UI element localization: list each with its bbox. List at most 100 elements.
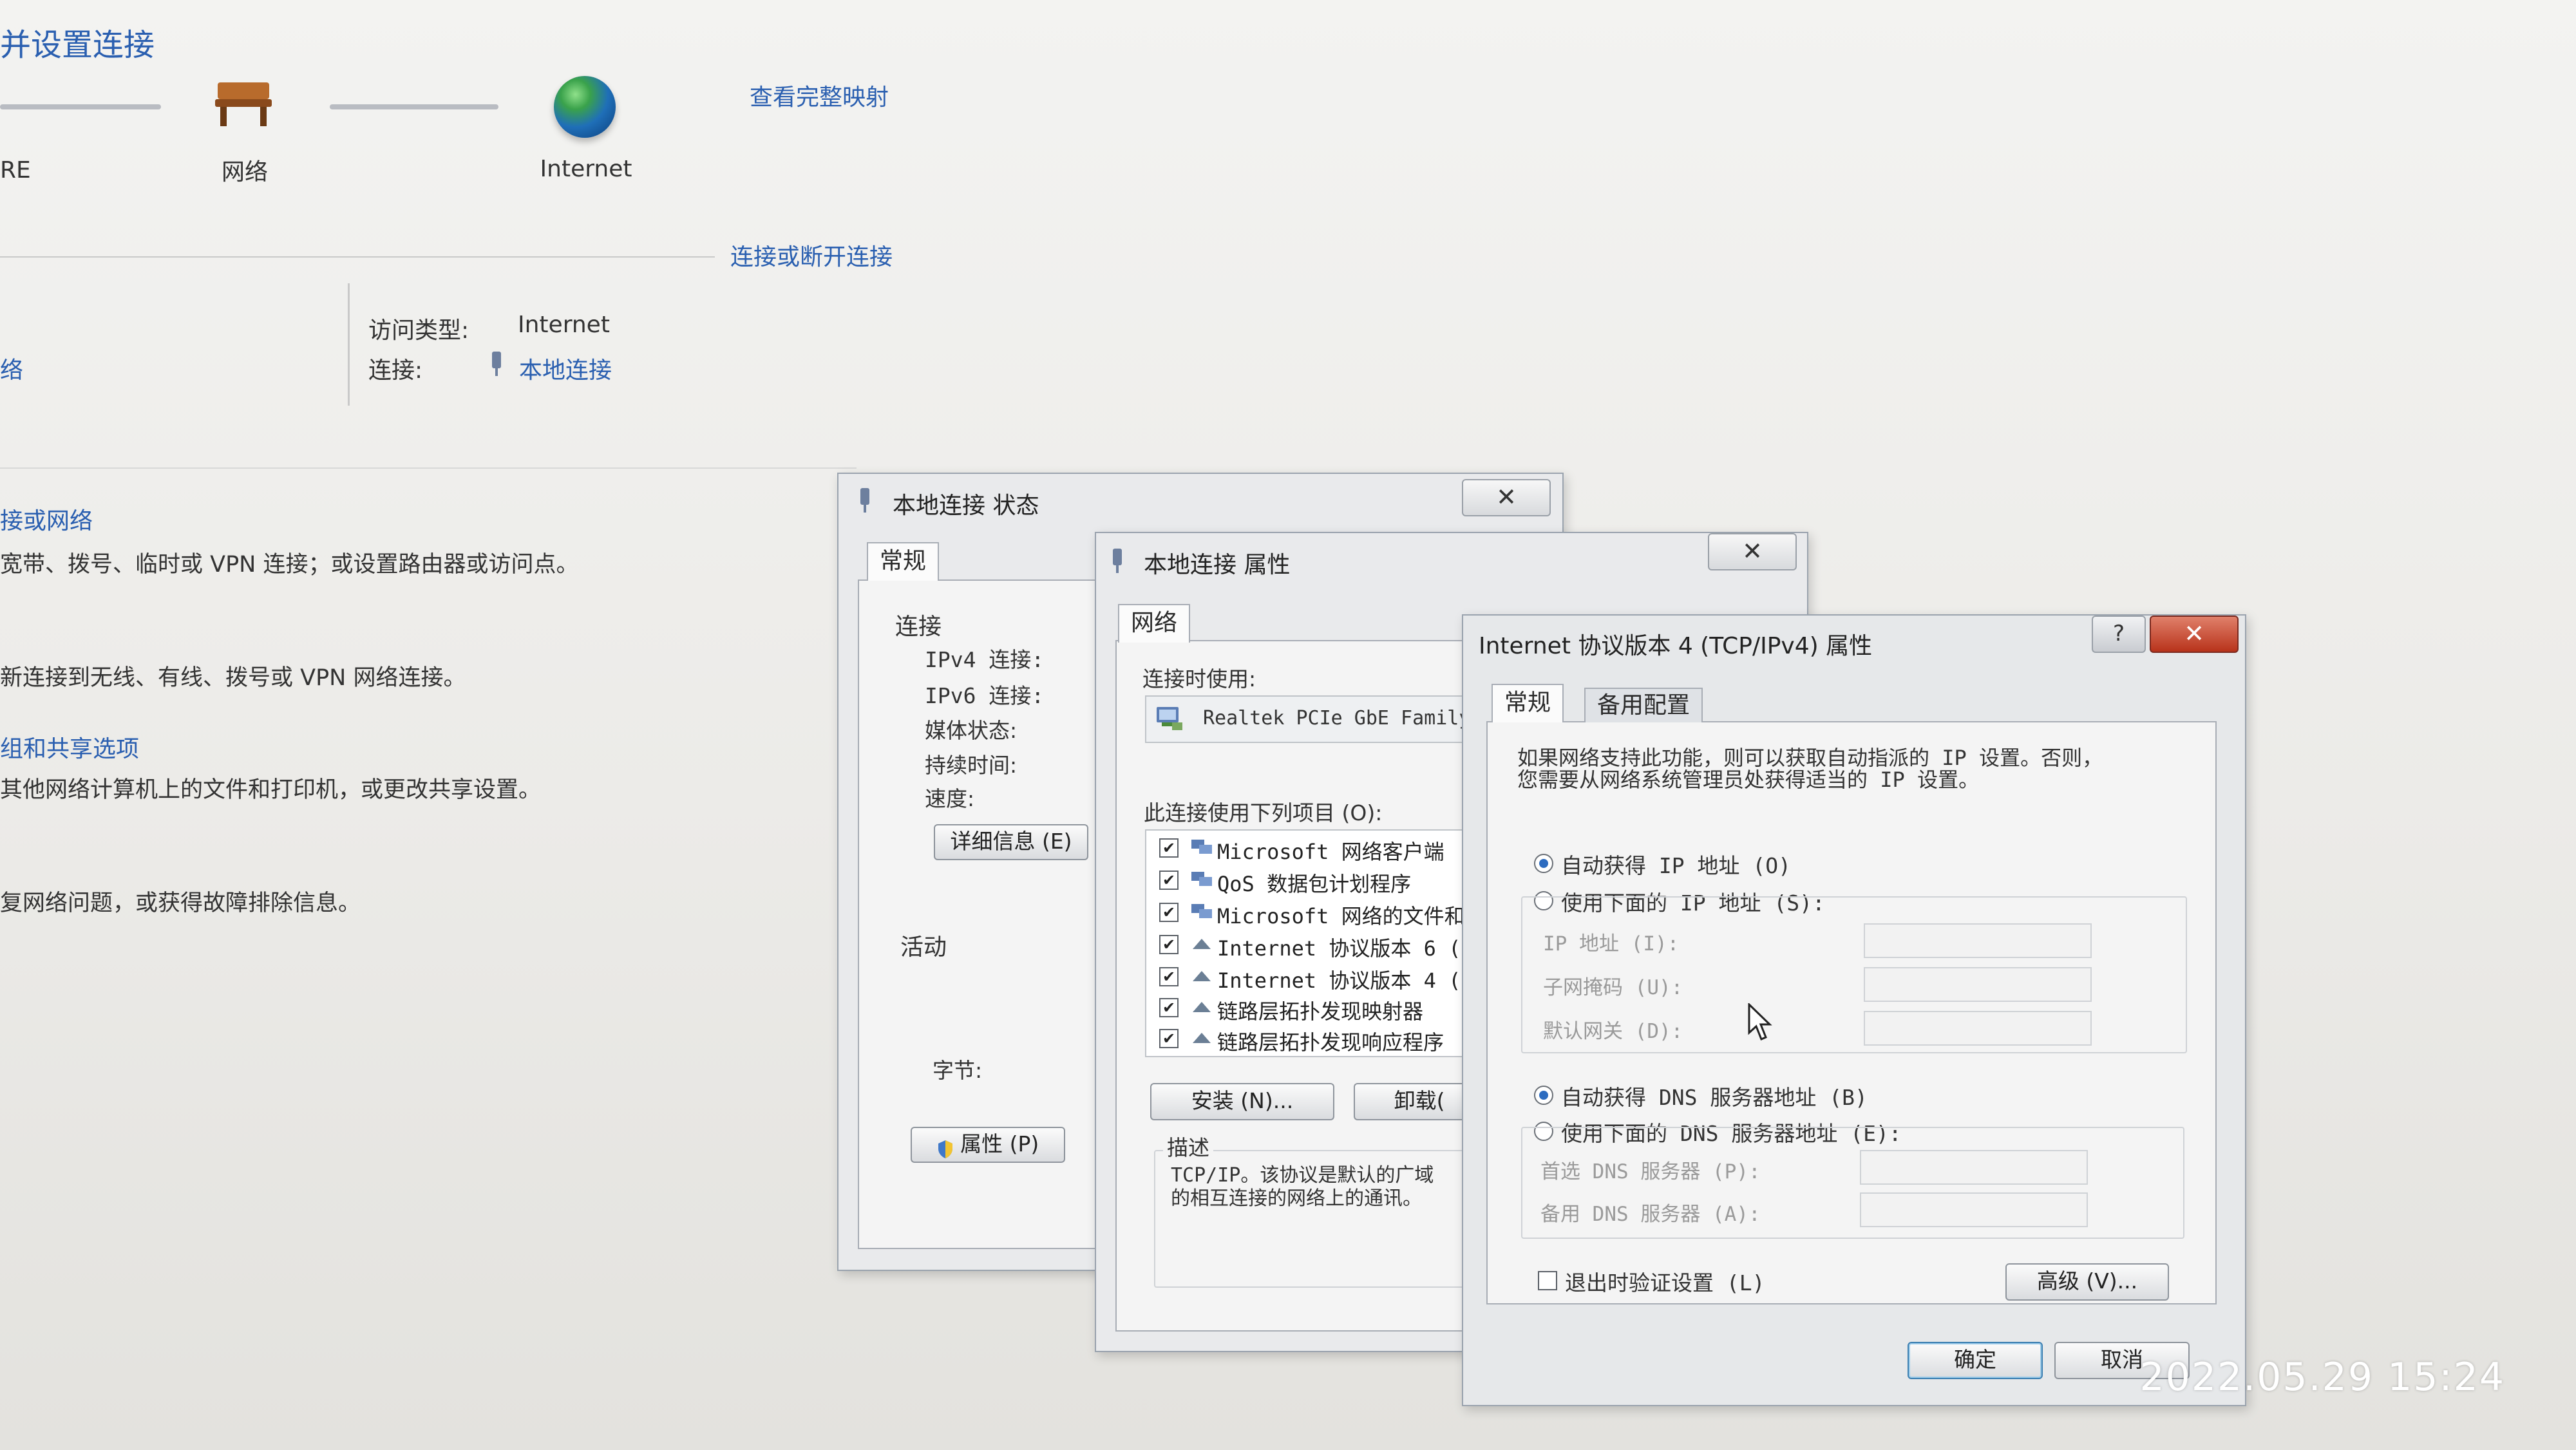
properties-dialog-title: 本地连接 属性: [1144, 552, 1291, 578]
item-checkbox[interactable]: ✔: [1159, 998, 1179, 1017]
item-label: Microsoft 网络客户端: [1217, 840, 1444, 864]
ipv4-tab-general[interactable]: 常规: [1492, 684, 1564, 722]
item-checkbox[interactable]: ✔: [1159, 935, 1179, 954]
status-properties-button[interactable]: 属性 (P): [911, 1127, 1065, 1163]
setup-connection-link[interactable]: 接或网络: [0, 502, 93, 536]
advanced-button[interactable]: 高级 (V)...: [2005, 1263, 2169, 1301]
item-checkbox[interactable]: ✔: [1159, 903, 1179, 922]
auto-ip-label: 自动获得 IP 地址 (O): [1561, 853, 1791, 878]
ip-address-label: IP 地址 (I):: [1543, 932, 1680, 956]
photo-timestamp: 2022.05.29 15:24: [2139, 1355, 2505, 1400]
setup-connection-desc: 宽带、拨号、临时或 VPN 连接；或设置路由器或访问点。: [0, 552, 579, 578]
status-dialog-icon: [858, 487, 872, 514]
troubleshoot-desc: 复网络问题，或获得故障排除信息。: [0, 890, 361, 916]
connection-label: 连接:: [368, 357, 423, 384]
item-checkbox[interactable]: ✔: [1159, 1029, 1179, 1048]
auto-dns-label: 自动获得 DNS 服务器地址 (B): [1561, 1085, 1868, 1110]
protocol-icon: [1190, 1028, 1213, 1047]
map-connector-right: [330, 104, 498, 109]
status-dialog-title: 本地连接 状态: [893, 493, 1039, 519]
item-checkbox[interactable]: ✔: [1159, 967, 1179, 986]
node-label-left: RE: [0, 157, 31, 184]
auto-ip-radio[interactable]: [1534, 854, 1553, 873]
mouse-cursor-icon: [1747, 1002, 1772, 1042]
ok-button[interactable]: 确定: [1908, 1342, 2043, 1379]
ipv4-dialog: Internet 协议版本 4 (TCP/IPv4) 属性 ? ✕ 常规 备用配…: [1462, 614, 2246, 1406]
gateway-field[interactable]: [1864, 1011, 2092, 1046]
preferred-dns-label: 首选 DNS 服务器 (P):: [1540, 1160, 1761, 1183]
auto-dns-radio[interactable]: [1534, 1086, 1553, 1105]
item-label: Internet 协议版本 4 (: [1217, 968, 1461, 993]
info-divider: [348, 283, 350, 406]
connect-using-label: 连接时使用:: [1142, 666, 1256, 692]
item-label: QoS 数据包计划程序: [1217, 872, 1412, 896]
ip-address-field[interactable]: [1864, 923, 2092, 958]
status-close-button[interactable]: ✕: [1462, 479, 1551, 516]
section-divider: [0, 256, 715, 258]
ipv4-tab-alternate[interactable]: 备用配置: [1584, 688, 1703, 722]
properties-close-button[interactable]: ✕: [1708, 533, 1797, 570]
adapter-name: Realtek PCIe GbE Family: [1203, 707, 1471, 730]
protocol-icon: [1190, 934, 1213, 953]
network-adapter-icon: [1155, 703, 1184, 731]
status-field-duration: 持续时间:: [925, 753, 1018, 778]
view-full-map-link[interactable]: 查看完整映射: [750, 79, 889, 112]
subnet-mask-label: 子网掩码 (U):: [1543, 976, 1683, 999]
item-label: Microsoft 网络的文件和: [1217, 904, 1465, 928]
homegroup-sharing-link[interactable]: 组和共享选项: [0, 730, 139, 764]
install-button[interactable]: 安装 (N)...: [1150, 1083, 1334, 1120]
connect-disconnect-link[interactable]: 连接或断开连接: [730, 238, 893, 272]
status-field-ipv4: IPv4 连接:: [925, 647, 1045, 672]
item-checkbox[interactable]: ✔: [1159, 871, 1179, 890]
status-field-ipv6: IPv6 连接:: [925, 683, 1045, 708]
preferred-dns-field[interactable]: [1860, 1150, 2088, 1185]
item-checkbox[interactable]: ✔: [1159, 838, 1179, 858]
network-bench-icon: [214, 77, 273, 129]
properties-dialog-icon: [1110, 547, 1124, 574]
local-connection-icon: [489, 350, 504, 377]
file-sharing-icon: [1190, 901, 1213, 921]
status-field-media: 媒体状态:: [925, 718, 1018, 743]
status-connection-heading: 连接: [895, 614, 942, 640]
map-connector-left: [0, 104, 161, 109]
lower-divider: [0, 467, 857, 469]
local-connection-link[interactable]: 本地连接: [519, 352, 612, 385]
validate-on-exit-checkbox[interactable]: [1538, 1271, 1557, 1290]
connect-network-desc: 新连接到无线、有线、拨号或 VPN 网络连接。: [0, 665, 466, 691]
shield-icon: [937, 1136, 954, 1158]
status-activity-heading: 活动: [900, 934, 947, 961]
gateway-label: 默认网关 (D):: [1543, 1020, 1683, 1043]
item-label: 链路层拓扑发现映射器: [1217, 999, 1424, 1024]
status-details-button[interactable]: 详细信息 (E): [934, 824, 1088, 860]
alternate-dns-label: 备用 DNS 服务器 (A):: [1540, 1203, 1761, 1226]
node-label-internet[interactable]: Internet: [522, 156, 650, 182]
internet-globe-icon: [554, 76, 616, 138]
alternate-dns-field[interactable]: [1860, 1192, 2088, 1227]
access-type-label: 访问类型:: [368, 317, 469, 344]
description-label: 描述: [1163, 1131, 1213, 1162]
status-tab-general[interactable]: 常规: [867, 542, 940, 581]
qos-scheduler-icon: [1190, 869, 1213, 889]
network-client-icon: [1190, 837, 1213, 856]
properties-tab-network[interactable]: 网络: [1118, 604, 1191, 643]
network-name-fragment[interactable]: 络: [0, 352, 23, 385]
ipv4-dialog-title: Internet 协议版本 4 (TCP/IPv4) 属性: [1479, 633, 1873, 659]
items-label: 此连接使用下列项目 (O):: [1144, 800, 1383, 825]
validate-on-exit-label: 退出时验证设置 (L): [1565, 1270, 1765, 1295]
protocol-icon: [1190, 997, 1213, 1016]
node-label-network[interactable]: 网络: [193, 153, 296, 187]
page-title: 并设置连接: [0, 27, 155, 63]
subnet-mask-field[interactable]: [1864, 967, 2092, 1002]
ipv4-close-button[interactable]: ✕: [2150, 616, 2239, 653]
status-properties-label: 属性 (P): [960, 1131, 1039, 1156]
ipv4-intro-line-2: 您需要从网络系统管理员处获得适当的 IP 设置。: [1517, 767, 1980, 792]
homegroup-sharing-desc: 其他网络计算机上的文件和打印机，或更改共享设置。: [0, 777, 542, 803]
item-label: 链路层拓扑发现响应程序: [1217, 1030, 1444, 1055]
status-field-speed: 速度:: [925, 786, 975, 811]
description-line-2: 的相互连接的网络上的通讯。: [1171, 1187, 1422, 1210]
protocol-icon: [1190, 966, 1213, 985]
item-label: Internet 协议版本 6 (: [1217, 936, 1461, 961]
access-type-value: Internet: [518, 312, 610, 338]
help-button[interactable]: ?: [2092, 616, 2146, 653]
status-bytes-label: 字节:: [933, 1058, 983, 1083]
